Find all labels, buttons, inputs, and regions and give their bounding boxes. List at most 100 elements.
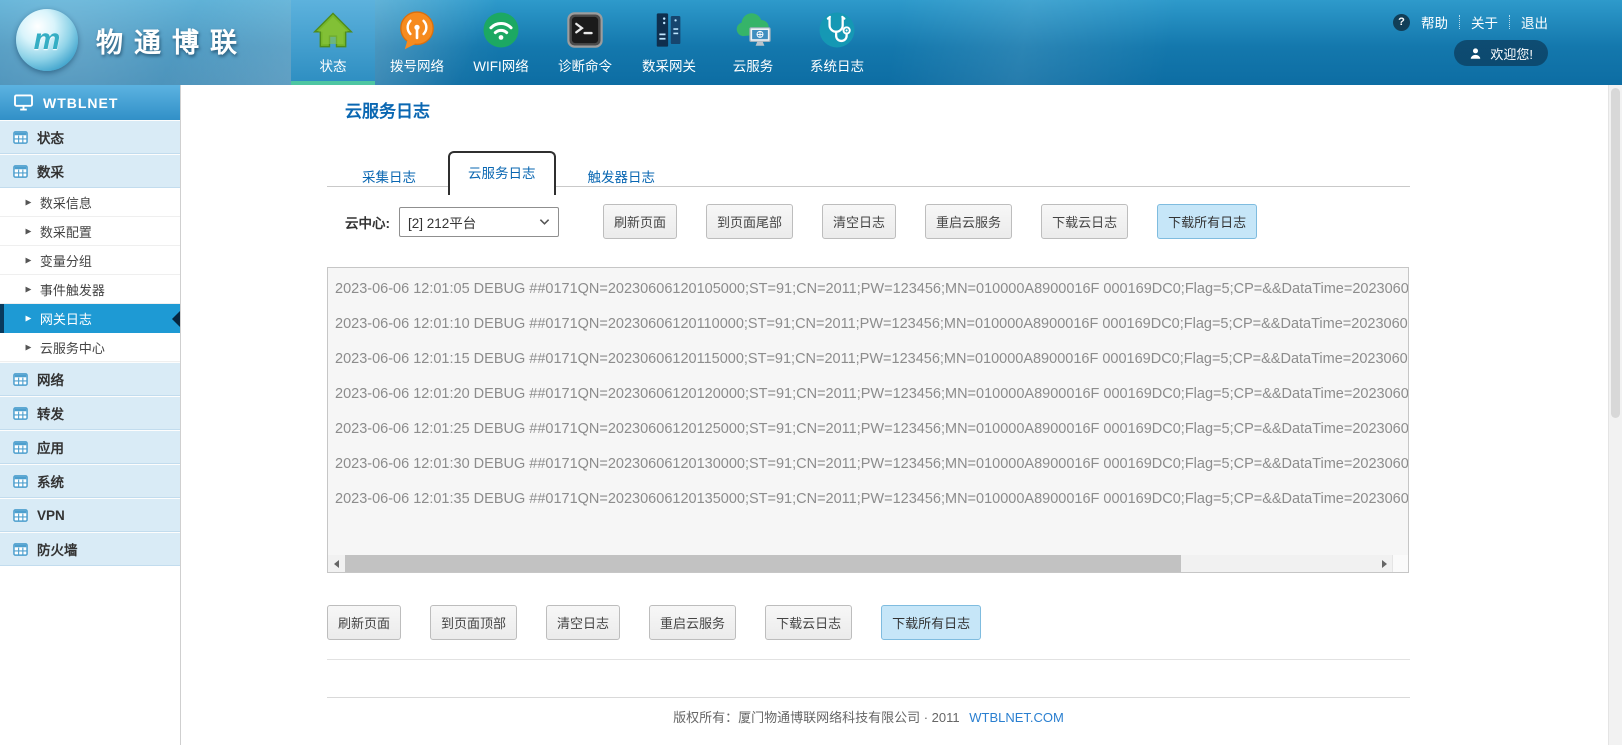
nav-label: 拨号网络	[390, 55, 444, 75]
sidebar-item-gateway-log[interactable]: ▶ 网关日志	[0, 304, 180, 333]
sidebar-item-forward[interactable]: 转发	[0, 396, 180, 430]
restart-cloud-service-button[interactable]: 重启云服务	[925, 204, 1012, 239]
monitor-icon	[14, 94, 33, 111]
sidebar-item-cloud-center[interactable]: ▶ 云服务中心	[0, 333, 180, 362]
top-controls-row: 云中心: [2] 212平台 刷新页面 到页面尾部 清空日志 重启云服务 下载云…	[345, 204, 1286, 239]
nav-label: 数采网关	[642, 55, 696, 75]
app-header: m 物通博联 状态 拨号网络 WIFI网络	[0, 0, 1622, 85]
sidebar-item-label: VPN	[37, 508, 65, 523]
scrollbar-track[interactable]	[344, 555, 1376, 572]
sidebar-item-system[interactable]: 系统	[0, 464, 180, 498]
tab-trigger-log[interactable]: 触发器日志	[571, 157, 673, 195]
sidebar-item-daq-config[interactable]: ▶ 数采配置	[0, 217, 180, 246]
to-page-bottom-button[interactable]: 到页面尾部	[706, 204, 793, 239]
table-icon	[13, 130, 28, 145]
arrow-right-icon: ▶	[26, 314, 32, 323]
scrollbar-corner	[1392, 555, 1408, 572]
cloud-center-select[interactable]: [2] 212平台	[399, 207, 559, 237]
welcome-badge: 欢迎您!	[1454, 40, 1548, 66]
tab-collect-log[interactable]: 采集日志	[345, 157, 433, 195]
dial-network-icon	[395, 7, 439, 53]
sidebar-item-status[interactable]: 状态	[0, 120, 180, 154]
sidebar-item-label: 防火墙	[37, 539, 78, 559]
download-cloud-log-button[interactable]: 下载云日志	[1041, 204, 1128, 239]
sidebar-item-daq-info[interactable]: ▶ 数采信息	[0, 188, 180, 217]
nav-label: 状态	[320, 55, 347, 75]
arrow-right-icon: ▶	[26, 197, 32, 206]
nav-item-status[interactable]: 状态	[291, 0, 375, 81]
log-output-area[interactable]: 2023-06-06 12:01:05 DEBUG ##0171QN=20230…	[327, 267, 1409, 573]
brand-logo-glyph: m	[34, 23, 61, 57]
tabs: 采集日志 云服务日志 触发器日志	[345, 151, 672, 195]
log-line: 2023-06-06 12:01:15 DEBUG ##0171QN=20230…	[335, 342, 1408, 377]
tab-cloud-service-log[interactable]: 云服务日志	[448, 151, 556, 195]
nav-item-daq-gateway[interactable]: 数采网关	[627, 0, 711, 81]
nav-label: 诊断命令	[558, 55, 612, 75]
bottom-controls-row: 刷新页面 到页面顶部 清空日志 重启云服务 下载云日志 下载所有日志	[327, 605, 1010, 640]
page-scrollbar	[1608, 85, 1622, 745]
sidebar-item-label: 数采信息	[40, 193, 92, 212]
scroll-right-arrow[interactable]	[1376, 555, 1392, 572]
sidebar-item-daq[interactable]: 数采	[0, 154, 180, 188]
restart-cloud-service-button[interactable]: 重启云服务	[649, 605, 736, 640]
table-icon	[13, 474, 28, 489]
nav-item-diagnostic-command[interactable]: 诊断命令	[543, 0, 627, 81]
help-link[interactable]: 帮助	[1421, 12, 1448, 32]
clear-log-button[interactable]: 清空日志	[822, 204, 896, 239]
horizontal-scrollbar	[328, 555, 1408, 572]
log-line: 2023-06-06 12:01:30 DEBUG ##0171QN=20230…	[335, 447, 1408, 482]
page-title: 云服务日志	[345, 97, 430, 122]
sidebar-item-application[interactable]: 应用	[0, 430, 180, 464]
nav-label: WIFI网络	[473, 55, 529, 75]
table-icon	[13, 542, 28, 557]
sidebar-item-label: 数采	[37, 161, 64, 181]
wtblnet-link[interactable]: WTBLNET.COM	[969, 710, 1064, 725]
about-link[interactable]: 关于	[1471, 12, 1498, 32]
home-icon	[311, 7, 355, 53]
nav-label: 系统日志	[810, 55, 864, 75]
download-all-logs-button[interactable]: 下载所有日志	[881, 605, 981, 640]
log-line: 2023-06-06 12:01:35 DEBUG ##0171QN=20230…	[335, 482, 1408, 517]
sidebar-item-label: 事件触发器	[40, 280, 105, 299]
nav-item-dial-network[interactable]: 拨号网络	[375, 0, 459, 81]
brand-logo-icon: m	[16, 9, 78, 71]
table-icon	[13, 508, 28, 523]
download-all-logs-button[interactable]: 下载所有日志	[1157, 204, 1257, 239]
logout-link[interactable]: 退出	[1521, 12, 1548, 32]
refresh-page-button[interactable]: 刷新页面	[603, 204, 677, 239]
refresh-page-button[interactable]: 刷新页面	[327, 605, 401, 640]
separator	[1509, 15, 1510, 29]
scrollbar-thumb[interactable]	[345, 555, 1181, 572]
cloud-center-selected-value: [2] 212平台	[408, 212, 476, 232]
sidebar-item-network[interactable]: 网络	[0, 362, 180, 396]
sidebar-device-header: WTBLNET	[0, 85, 180, 120]
gateway-icon	[647, 7, 691, 53]
sidebar-item-firewall[interactable]: 防火墙	[0, 532, 180, 566]
arrow-right-icon: ▶	[26, 284, 32, 293]
welcome-text: 欢迎您!	[1490, 44, 1533, 63]
nav-label: 云服务	[733, 55, 774, 75]
nav-item-wifi-network[interactable]: WIFI网络	[459, 0, 543, 81]
copyright-text: 版权所有：厦门物通博联网络科技有限公司 · 2011	[673, 710, 960, 725]
sidebar-item-variable-group[interactable]: ▶ 变量分组	[0, 246, 180, 275]
device-name: WTBLNET	[43, 95, 118, 111]
nav-item-cloud-service[interactable]: 云服务	[711, 0, 795, 81]
clear-log-button[interactable]: 清空日志	[546, 605, 620, 640]
sidebar-item-label: 转发	[37, 403, 64, 423]
nav-item-system-log[interactable]: 系统日志	[795, 0, 879, 81]
chevron-down-icon	[539, 218, 550, 226]
sidebar-item-event-trigger[interactable]: ▶ 事件触发器	[0, 275, 180, 304]
table-icon	[13, 440, 28, 455]
content-divider	[327, 659, 1410, 660]
page-scrollbar-thumb[interactable]	[1611, 88, 1620, 418]
download-cloud-log-button[interactable]: 下载云日志	[765, 605, 852, 640]
arrow-right-icon: ▶	[26, 255, 32, 264]
brand-name: 物通博联	[96, 21, 248, 60]
to-page-top-button[interactable]: 到页面顶部	[430, 605, 517, 640]
table-icon	[13, 406, 28, 421]
user-icon	[1469, 47, 1482, 60]
sidebar-item-vpn[interactable]: VPN	[0, 498, 180, 532]
sidebar-item-label: 数采配置	[40, 222, 92, 241]
footer-divider	[327, 697, 1410, 698]
scroll-left-arrow[interactable]	[328, 555, 344, 572]
